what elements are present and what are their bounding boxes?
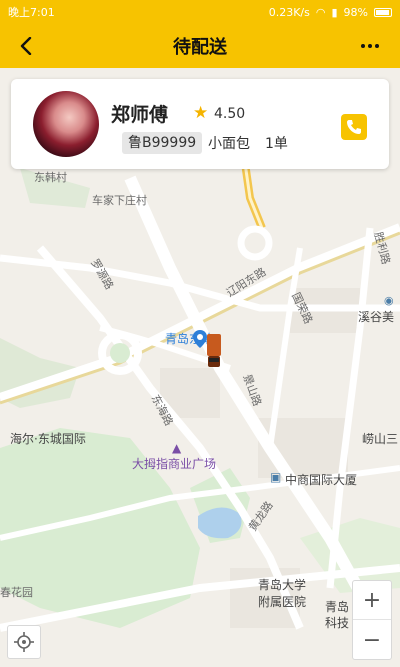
map-label: 海尔·东城国际	[10, 432, 86, 446]
poi-icon: ▲	[172, 441, 182, 455]
map-label: 青岛大学	[258, 578, 307, 592]
location-pin-icon	[193, 330, 207, 348]
map-label: 科技	[325, 616, 350, 630]
map-label: 崂山三	[362, 432, 399, 446]
chevron-left-icon	[20, 37, 32, 55]
network-speed: 0.23K/s	[268, 5, 310, 19]
map-label: 溪谷美	[358, 310, 395, 324]
driver-name: 郑师傅	[111, 104, 169, 126]
map-label: 青岛	[325, 600, 350, 614]
signal-icon: ▮	[331, 5, 338, 19]
battery-icon	[374, 7, 392, 17]
status-time: 晚上7:01	[8, 6, 55, 19]
star-icon: ★	[193, 103, 209, 123]
wifi-icon: ◠	[315, 5, 326, 19]
more-dot-icon	[361, 44, 365, 48]
building-icon: ▣	[270, 470, 282, 484]
map-label: 附属医院	[258, 595, 307, 609]
more-dot-icon	[368, 44, 372, 48]
order-count: 1单	[265, 136, 288, 152]
zoom-out-button[interactable]: −	[353, 621, 391, 660]
status-indicators: 0.23K/s ◠ ▮ 98%	[269, 6, 392, 19]
building-icon: ◉	[384, 294, 394, 307]
more-button[interactable]	[354, 30, 386, 62]
map-label: 车家下庄村	[92, 194, 147, 207]
map-label: 中商国际大厦	[285, 473, 358, 487]
truck-icon[interactable]	[206, 334, 222, 368]
avatar	[33, 91, 99, 157]
battery-level: 98%	[343, 5, 368, 19]
poi-label: 大拇指商业广场	[132, 457, 217, 471]
license-plate: 鲁B99999	[122, 132, 203, 154]
back-button[interactable]	[10, 30, 42, 62]
more-dot-icon	[375, 44, 379, 48]
page-title: 待配送	[173, 37, 227, 58]
driver-rating: 4.50	[214, 106, 246, 122]
crosshair-icon	[14, 632, 34, 652]
map-label: 东韩村	[34, 171, 67, 184]
vehicle-type: 小面包	[208, 136, 250, 152]
call-button[interactable]	[341, 114, 367, 140]
locate-button[interactable]	[7, 625, 41, 659]
nav-bar: 待配送	[0, 24, 400, 68]
zoom-in-button[interactable]: +	[353, 581, 391, 620]
phone-icon	[347, 120, 361, 134]
status-bar: 晚上7:01 0.23K/s ◠ ▮ 98%	[0, 0, 400, 24]
zoom-control: + −	[352, 580, 392, 660]
map-label: 春花园	[0, 586, 33, 599]
